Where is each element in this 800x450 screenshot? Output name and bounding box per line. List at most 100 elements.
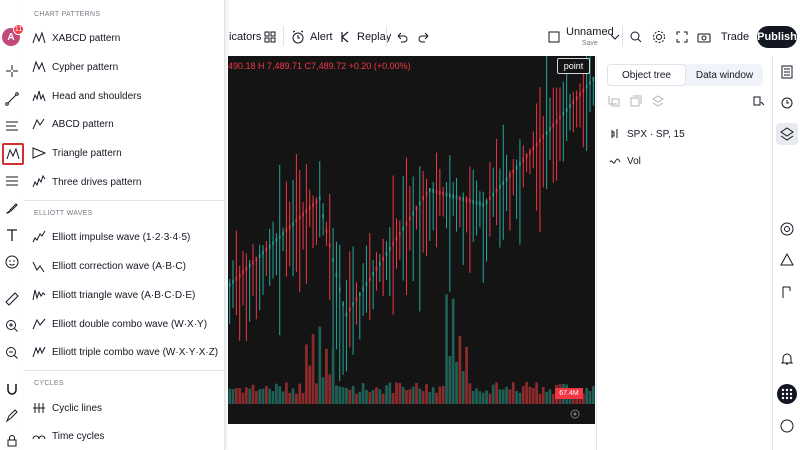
candle-body [532, 146, 535, 151]
menu-item-cyclic-lines[interactable]: Cyclic lines [32, 397, 222, 419]
help-button[interactable] [779, 418, 795, 434]
candle-body [452, 194, 455, 199]
menu-item-three-drives[interactable]: Three drives pattern [32, 171, 222, 193]
volume-bar [495, 382, 498, 404]
text-tool[interactable] [3, 226, 21, 244]
clone-icon[interactable] [629, 94, 643, 108]
templates-button[interactable] [262, 28, 278, 46]
patterns-tool[interactable] [2, 143, 24, 165]
fullscreen-button[interactable] [674, 28, 690, 46]
indicators-button[interactable]: icators [229, 28, 261, 46]
volume-bar [408, 389, 412, 404]
menu-item-label: XABCD pattern [52, 32, 121, 44]
grid-templates-icon [264, 31, 276, 43]
trendline-tool[interactable] [3, 90, 21, 108]
watchlist-icon [781, 65, 793, 79]
bracket-icon [782, 286, 791, 298]
forecast-tool[interactable] [3, 172, 21, 190]
menu-item-double-combo[interactable]: Elliott double combo wave (W·X·Y) [32, 313, 222, 335]
tree-row-symbol[interactable]: SPX · SP, 15 [609, 126, 685, 142]
menu-item-head-shoulders[interactable]: Head and shoulders [32, 85, 222, 107]
volume-bar [375, 387, 378, 404]
apps-button[interactable] [777, 384, 797, 404]
candle-body [475, 200, 478, 205]
menu-item-correction-wave[interactable]: Elliott correction wave (A·B·C) [32, 255, 222, 277]
volume-bar [525, 382, 528, 404]
chart-settings-icon[interactable] [569, 408, 581, 420]
magnet-tool[interactable] [3, 380, 21, 398]
quick-search-button[interactable] [628, 28, 644, 46]
tab-data-window[interactable]: Data window [686, 64, 763, 86]
fib-tool[interactable] [3, 117, 21, 135]
alert-button[interactable]: Alert [290, 28, 333, 46]
toolbar-divider [283, 26, 284, 46]
layers-icon[interactable] [651, 94, 665, 108]
menu-item-triangle[interactable]: Triangle pattern [32, 142, 222, 164]
publish-button[interactable]: Publish [757, 26, 797, 48]
candle-body [515, 165, 518, 170]
menu-item-cypher[interactable]: Cypher pattern [32, 56, 222, 78]
group-icon[interactable] [607, 94, 621, 108]
text-icon [7, 229, 17, 241]
menu-item-abcd[interactable]: ABCD pattern [32, 113, 222, 135]
candle-body [425, 191, 428, 196]
candle-body [292, 221, 294, 226]
volume-bar [478, 391, 482, 404]
zoom-out-tool[interactable] [3, 344, 21, 362]
tab-object-tree[interactable]: Object tree [607, 64, 686, 86]
volume-bar [531, 388, 535, 404]
calendar-button[interactable] [779, 251, 795, 267]
tree-row-volume[interactable]: Vol [609, 153, 641, 169]
volume-bar [244, 387, 248, 404]
bell-icon [780, 353, 794, 365]
candle-body [512, 169, 515, 174]
cypher-icon [32, 60, 46, 73]
undo-button[interactable] [394, 28, 410, 46]
hotlists-button[interactable] [779, 221, 795, 237]
candle-body [582, 88, 585, 93]
hide-drawings-tool[interactable] [3, 432, 21, 450]
layout-toggle-button[interactable] [546, 28, 562, 46]
volume-bar [488, 393, 492, 404]
crosshair-tool[interactable] [3, 62, 21, 80]
alerts-button[interactable] [779, 94, 795, 110]
brush-tool[interactable] [3, 199, 21, 217]
ideas-button[interactable] [779, 284, 795, 300]
layout-dropdown-button[interactable] [607, 28, 623, 46]
volume-bar [528, 386, 532, 404]
settings-button[interactable] [651, 28, 667, 46]
candle-body [585, 84, 588, 89]
streams-button[interactable] [779, 318, 795, 334]
replay-button[interactable]: Replay [337, 28, 391, 46]
menu-item-time-cycles[interactable]: Time cycles [32, 425, 222, 447]
candle-body [529, 150, 531, 155]
notifications-button[interactable] [779, 351, 795, 367]
menu-item-triple-combo[interactable]: Elliott triple combo wave (W·X·Y·X·Z) [32, 341, 222, 363]
trade-button[interactable]: Trade [714, 26, 756, 48]
candle-body [392, 241, 394, 246]
volume-bar [241, 392, 245, 404]
measure-tool[interactable] [3, 290, 21, 308]
zoom-in-tool[interactable] [3, 317, 21, 335]
volume-bar [378, 389, 382, 404]
tree-row-label: Vol [627, 155, 641, 167]
candle-body [372, 272, 374, 277]
volume-bar [428, 392, 432, 404]
candle-body [559, 115, 561, 120]
volume-bar [441, 385, 445, 404]
snapshot-button[interactable] [696, 28, 712, 46]
lock-drawings-tool[interactable] [3, 407, 21, 425]
object-tree-button[interactable] [779, 126, 795, 142]
menu-item-triangle-wave[interactable]: Elliott triangle wave (A·B·C·D·E) [32, 284, 222, 306]
manage-icon[interactable] [752, 94, 766, 108]
watchlist-button[interactable] [779, 64, 795, 80]
redo-button[interactable] [416, 28, 432, 46]
object-tree-tabs: Object tree Data window [607, 64, 763, 86]
price-chart[interactable]: 490.18 H 7,489.71 C7,489.72 +0.20 (+0.00… [228, 56, 595, 424]
impulse-wave-icon [32, 230, 46, 243]
menu-item-xabcd[interactable]: XABCD pattern [32, 27, 222, 49]
volume-bar [285, 382, 288, 404]
menu-item-impulse-wave[interactable]: Elliott impulse wave (1·2·3·4·5) [32, 226, 222, 248]
volume-bar [265, 386, 268, 404]
emoji-tool[interactable] [3, 253, 21, 271]
